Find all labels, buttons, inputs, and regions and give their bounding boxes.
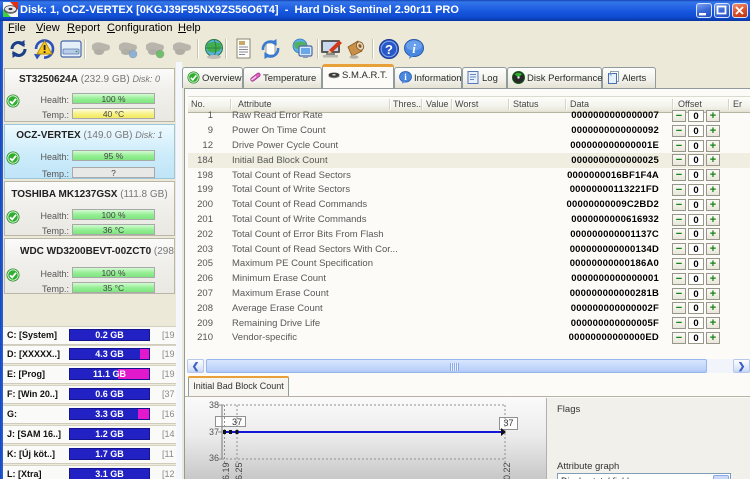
svg-text:?: ? [385, 42, 393, 57]
svg-text:i: i [412, 41, 416, 56]
